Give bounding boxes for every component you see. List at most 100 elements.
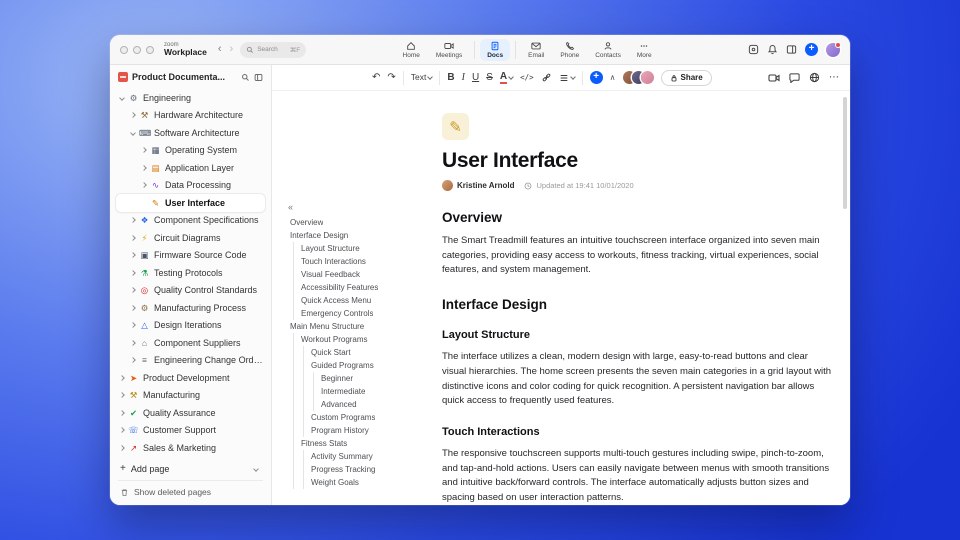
sidebar-tree-item[interactable]: ◎ Quality Control Standards bbox=[116, 282, 265, 300]
outline-item[interactable]: Intermediate bbox=[288, 385, 442, 398]
collapse-toolbar-button[interactable]: ∧ bbox=[610, 73, 616, 82]
chevron-icon[interactable] bbox=[130, 252, 136, 259]
sidebar-tree-item[interactable]: ⚗ Testing Protocols bbox=[116, 264, 265, 282]
doc-cover-emoji[interactable]: ✎ bbox=[442, 113, 469, 140]
sidebar-tree-item[interactable]: ▤ Application Layer bbox=[116, 159, 265, 177]
new-item-plus-button[interactable]: + bbox=[805, 43, 818, 56]
outline-item[interactable]: Visual Feedback bbox=[288, 268, 442, 281]
redo-button[interactable]: ↷ bbox=[387, 72, 395, 83]
tab-phone[interactable]: Phone bbox=[553, 39, 586, 61]
show-deleted-pages-button[interactable]: Show deleted pages bbox=[116, 484, 265, 500]
back-button[interactable]: ‹ bbox=[218, 44, 222, 55]
outline-item[interactable]: Custom Programs bbox=[288, 411, 442, 424]
code-button[interactable]: </> bbox=[520, 74, 534, 82]
chevron-icon[interactable] bbox=[119, 94, 125, 101]
chevron-icon[interactable] bbox=[119, 409, 125, 416]
undo-button[interactable]: ↶ bbox=[372, 72, 380, 83]
outline-item[interactable]: Beginner bbox=[288, 372, 442, 385]
share-button[interactable]: Share bbox=[660, 69, 712, 86]
sidebar-tree-item[interactable]: ❖ Component Specifications bbox=[116, 212, 265, 230]
outline-item[interactable]: Quick Access Menu bbox=[288, 294, 442, 307]
collaborator-avatar[interactable] bbox=[640, 71, 654, 84]
add-page-button[interactable]: + Add page bbox=[116, 460, 265, 477]
list-dropdown[interactable] bbox=[559, 73, 576, 83]
tab-contacts[interactable]: Contacts bbox=[588, 39, 628, 61]
sidebar-tree-item[interactable]: ⚒ Manufacturing bbox=[116, 387, 265, 405]
sidebar-tree-item[interactable]: ⚡ Circuit Diagrams bbox=[116, 229, 265, 247]
outline-item[interactable]: Program History bbox=[288, 424, 442, 437]
outline-item[interactable]: Interface Design bbox=[288, 229, 442, 242]
sidebar-tree-item[interactable]: ➤ Product Development bbox=[116, 369, 265, 387]
sidebar-tree-item[interactable]: ⚙ Manufacturing Process bbox=[116, 299, 265, 317]
outline-item[interactable]: Fitness Stats bbox=[288, 437, 442, 450]
chevron-icon[interactable] bbox=[141, 147, 147, 154]
comment-icon[interactable] bbox=[789, 72, 800, 83]
sidebar-tree-item[interactable]: ⚙ Engineering bbox=[116, 89, 265, 107]
link-button[interactable] bbox=[541, 72, 552, 83]
outline-item[interactable]: Touch Interactions bbox=[288, 255, 442, 268]
outline-item[interactable]: Workout Programs bbox=[288, 333, 442, 346]
apps-icon[interactable] bbox=[748, 44, 759, 55]
outline-item[interactable]: Accessibility Features bbox=[288, 281, 442, 294]
chevron-icon[interactable] bbox=[130, 339, 136, 346]
outline-item[interactable]: Activity Summary bbox=[288, 450, 442, 463]
strikethrough-button[interactable]: S bbox=[486, 72, 493, 83]
chevron-icon[interactable] bbox=[130, 304, 136, 311]
chevron-icon[interactable] bbox=[130, 287, 136, 294]
tab-docs[interactable]: Docs bbox=[480, 38, 511, 61]
chevron-icon[interactable] bbox=[119, 374, 125, 381]
outline-item[interactable]: Advanced bbox=[288, 398, 442, 411]
chevron-icon[interactable] bbox=[119, 444, 125, 451]
sidebar-tree-item[interactable]: ↗ Sales & Marketing bbox=[116, 439, 265, 457]
chevron-icon[interactable] bbox=[130, 322, 136, 329]
doc-title[interactable]: User Interface bbox=[442, 149, 834, 173]
global-search-input[interactable]: Search ⌘F bbox=[240, 41, 307, 58]
sidebar-tree-item[interactable]: ⌨ Software Architecture bbox=[116, 124, 265, 142]
outline-item[interactable]: Emergency Controls bbox=[288, 307, 442, 320]
collapse-sidebar-icon[interactable] bbox=[254, 73, 263, 82]
chevron-icon[interactable] bbox=[130, 357, 136, 364]
chevron-icon[interactable] bbox=[130, 129, 136, 136]
collapse-outline-button[interactable]: « bbox=[288, 202, 293, 212]
more-options-icon[interactable]: ⋯ bbox=[829, 72, 840, 83]
minimize-button[interactable] bbox=[133, 45, 141, 54]
sidebar-search-icon[interactable] bbox=[241, 73, 250, 82]
forward-button[interactable]: › bbox=[230, 44, 234, 55]
tab-home[interactable]: Home bbox=[396, 39, 427, 61]
chevron-icon[interactable] bbox=[141, 164, 147, 171]
chevron-icon[interactable] bbox=[130, 217, 136, 224]
bold-button[interactable]: B bbox=[447, 72, 454, 83]
outline-item[interactable]: Overview bbox=[288, 216, 442, 229]
user-avatar[interactable] bbox=[826, 41, 841, 57]
sidebar-tree-item[interactable]: △ Design Iterations bbox=[116, 317, 265, 335]
tab-email[interactable]: Email bbox=[521, 39, 551, 61]
video-icon[interactable] bbox=[768, 72, 780, 84]
chevron-icon[interactable] bbox=[130, 112, 136, 119]
chevron-icon[interactable] bbox=[130, 269, 136, 276]
outline-item[interactable]: Guided Programs bbox=[288, 359, 442, 372]
sidebar-tree-item[interactable]: ✎ User Interface bbox=[116, 194, 265, 212]
notifications-bell-icon[interactable] bbox=[767, 44, 778, 55]
sidebar-tree-item[interactable]: ▦ Operating System bbox=[116, 142, 265, 160]
sidebar-tree-item[interactable]: ≡ Engineering Change Orders bbox=[116, 352, 265, 370]
chevron-down-icon[interactable] bbox=[253, 465, 259, 472]
sidebar-tree-item[interactable]: ⌂ Component Suppliers bbox=[116, 334, 265, 352]
chevron-icon[interactable] bbox=[119, 427, 125, 434]
outline-item[interactable]: Layout Structure bbox=[288, 242, 442, 255]
zoom-button[interactable] bbox=[146, 45, 154, 54]
close-button[interactable] bbox=[120, 45, 128, 54]
tab-more[interactable]: More bbox=[630, 39, 659, 61]
insert-block-button[interactable]: + bbox=[589, 71, 603, 84]
side-panel-icon[interactable] bbox=[786, 44, 797, 55]
tab-meetings[interactable]: Meetings bbox=[429, 39, 469, 61]
text-style-dropdown[interactable]: Text bbox=[411, 73, 434, 82]
underline-button[interactable]: U bbox=[472, 72, 479, 83]
sidebar-tree-item[interactable]: ▣ Firmware Source Code bbox=[116, 247, 265, 265]
sidebar-tree-item[interactable]: ∿ Data Processing bbox=[116, 177, 265, 195]
chevron-icon[interactable] bbox=[141, 182, 147, 189]
chevron-icon[interactable] bbox=[119, 392, 125, 399]
sidebar-tree-item[interactable]: ☏ Customer Support bbox=[116, 422, 265, 440]
outline-item[interactable]: Progress Tracking bbox=[288, 463, 442, 476]
outline-item[interactable]: Weight Goals bbox=[288, 476, 442, 489]
outline-item[interactable]: Quick Start bbox=[288, 346, 442, 359]
